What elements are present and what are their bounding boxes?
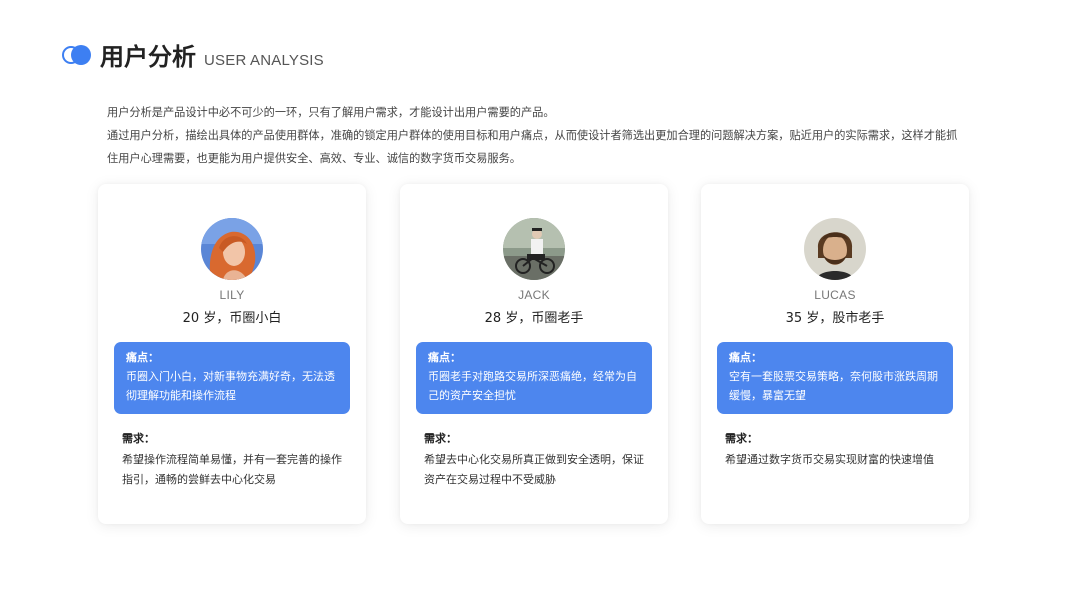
need-text: 希望操作流程简单易懂，并有一套完善的操作指引，通畅的尝鲜去中心化交易 <box>122 453 342 486</box>
intro-line: 住用户心理需要，也更能为用户提供安全、高效、专业、诚信的数字货币交易服务。 <box>107 152 521 165</box>
persona-profile: 35 岁，股市老手 <box>785 311 885 326</box>
avatar-jack <box>503 218 565 280</box>
need-label: 需求： <box>122 432 155 445</box>
pain-label: 痛点： <box>428 351 461 364</box>
need-label: 需求： <box>725 432 758 445</box>
logo-circles-icon <box>62 44 92 66</box>
persona-card-lily: LILY 20 岁，币圈小白 痛点： 币圈入门小白，对新事物充满好奇，无法透彻理… <box>98 184 366 524</box>
need-text: 希望去中心化交易所真正做到安全透明，保证资产在交易过程中不受威胁 <box>424 453 644 486</box>
pain-text: 币圈入门小白，对新事物充满好奇，无法透彻理解功能和操作流程 <box>126 370 335 402</box>
pain-point-box: 痛点： 币圈入门小白，对新事物充满好奇，无法透彻理解功能和操作流程 <box>114 342 350 414</box>
persona-profile: 28 岁，币圈老手 <box>484 311 584 326</box>
persona-card-jack: JACK 28 岁，币圈老手 痛点： 币圈老手对跑路交易所深恶痛绝，经常为自己的… <box>400 184 668 524</box>
persona-name: LILY <box>219 288 245 302</box>
pain-label: 痛点： <box>729 351 762 364</box>
intro-paragraph: 用户分析是产品设计中必不可少的一环，只有了解用户需求，才能设计出用户需要的产品。… <box>107 101 977 170</box>
pain-point-box: 痛点： 空有一套股票交易策略，奈何股市涨跌周期缓慢，暴富无望 <box>717 342 953 414</box>
pain-text: 空有一套股票交易策略，奈何股市涨跌周期缓慢，暴富无望 <box>729 370 938 402</box>
intro-line: 通过用户分析，描绘出具体的产品使用群体，准确的锁定用户群体的使用目标和用户痛点，… <box>107 129 958 142</box>
avatar-lily <box>201 218 263 280</box>
avatar-lucas <box>804 218 866 280</box>
page-subtitle: USER ANALYSIS <box>204 52 324 69</box>
page-header: 用户分析 USER ANALYSIS <box>62 42 324 72</box>
page-title: 用户分析 <box>100 43 196 71</box>
persona-profile: 20 岁，币圈小白 <box>182 311 282 326</box>
intro-line: 用户分析是产品设计中必不可少的一环，只有了解用户需求，才能设计出用户需要的产品。 <box>107 106 555 119</box>
pain-point-box: 痛点： 币圈老手对跑路交易所深恶痛绝，经常为自己的资产安全担忧 <box>416 342 652 414</box>
persona-card-lucas: LUCAS 35 岁，股市老手 痛点： 空有一套股票交易策略，奈何股市涨跌周期缓… <box>701 184 969 524</box>
pain-text: 币圈老手对跑路交易所深恶痛绝，经常为自己的资产安全担忧 <box>428 370 637 402</box>
pain-label: 痛点： <box>126 351 159 364</box>
persona-name: JACK <box>518 288 550 302</box>
need-label: 需求： <box>424 432 457 445</box>
need-text: 希望通过数字货币交易实现财富的快速增值 <box>725 453 934 466</box>
persona-name: LUCAS <box>814 288 856 302</box>
